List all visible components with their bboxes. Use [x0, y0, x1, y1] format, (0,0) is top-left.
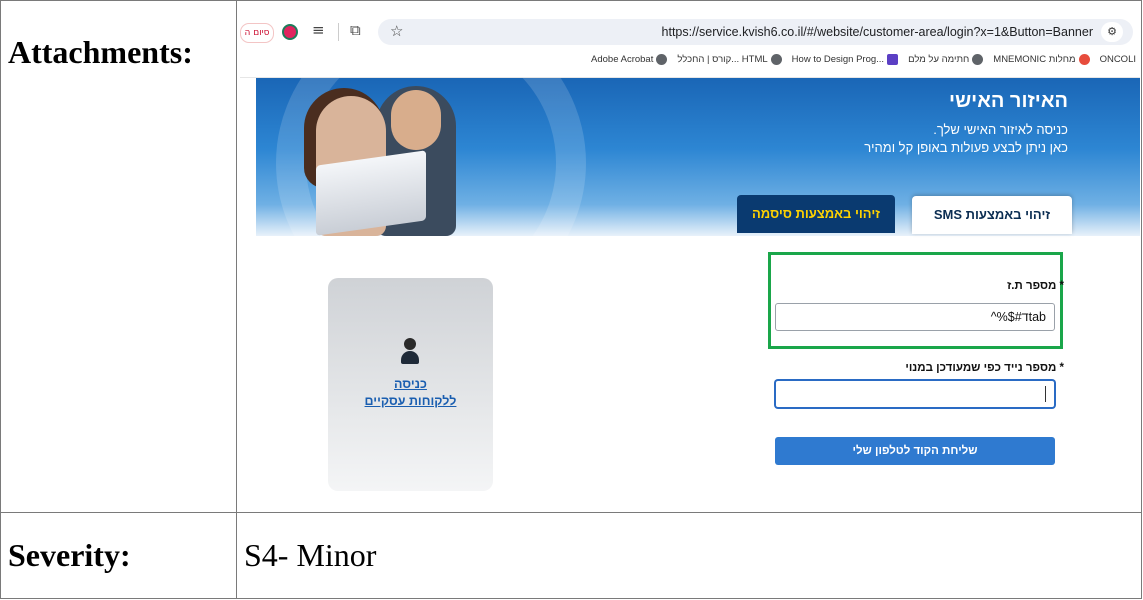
- bookmark-label: קורס | החכלל... HTML: [677, 54, 768, 65]
- red-icon: [1078, 54, 1090, 65]
- address-bar[interactable]: ☆ https://service.kvish6.co.il/#/website…: [378, 19, 1133, 45]
- site-settings-icon[interactable]: ⚙: [1101, 22, 1123, 42]
- bookmarks-bar: ONCOLI MNEMONIC מחלות חתימה על מלם How t…: [591, 54, 1136, 65]
- browser-tab[interactable]: סיום ה: [240, 23, 274, 43]
- bookmark-item[interactable]: חתימה על מלם: [908, 54, 984, 65]
- bookmark-label: חתימה על מלם: [908, 54, 970, 65]
- bookmark-label: ONCOLI: [1099, 54, 1136, 65]
- tab-sms-login[interactable]: זיהוי באמצעות SMS: [912, 196, 1072, 234]
- attachment-screenshot: סיום ה ≡ ⧉ ☆ https://service.kvish6.co.i…: [240, 8, 1140, 511]
- url-text[interactable]: https://service.kvish6.co.il/#/website/c…: [662, 25, 1093, 39]
- bookmark-item[interactable]: Adobe Acrobat: [591, 54, 668, 65]
- bug-highlight-box: [768, 252, 1063, 349]
- bookmark-item[interactable]: MNEMONIC מחלות: [993, 54, 1090, 65]
- id-number-input[interactable]: tabד#$%^: [775, 303, 1055, 331]
- send-code-button[interactable]: שליחת הקוד לטלפון שלי: [775, 437, 1055, 465]
- phone-number-label: * מספר נייד כפי שמעודכן במנוי: [905, 362, 1064, 374]
- reading-list-icon[interactable]: ≡: [312, 21, 325, 39]
- hero-person-man-face: [391, 90, 441, 150]
- purple-icon: [887, 54, 899, 65]
- browser-chrome: סיום ה ≡ ⧉ ☆ https://service.kvish6.co.i…: [240, 8, 1140, 78]
- business-user-icon: [399, 338, 421, 366]
- toolbar-separator: [338, 23, 339, 41]
- severity-value: S4- Minor: [244, 537, 377, 573]
- hero-title: האיזור האישי: [949, 90, 1068, 112]
- bookmark-label: How to Design Prog...: [791, 54, 885, 65]
- phone-number-input[interactable]: [775, 380, 1055, 408]
- business-login-link[interactable]: כניסה: [328, 377, 493, 391]
- bookmark-star-icon[interactable]: ☆: [390, 22, 403, 40]
- globe-icon: [972, 54, 984, 65]
- bookmark-label: MNEMONIC מחלות: [993, 54, 1076, 65]
- attachments-label: Attachments:: [8, 34, 193, 70]
- hero-subtitle-line1: כניסה לאיזור האישי שלך.: [933, 122, 1068, 137]
- record-icon[interactable]: [282, 24, 298, 40]
- bookmark-label: Adobe Acrobat: [591, 54, 654, 65]
- business-login-card[interactable]: כניסה ללקוחות עסקיים: [328, 278, 493, 491]
- table-row-divider: [0, 512, 1142, 513]
- globe-icon: [770, 54, 782, 65]
- extensions-icon[interactable]: ⧉: [350, 21, 361, 39]
- text-caret: [1045, 386, 1046, 402]
- hero-subtitle-line2: כאן ניתן לבצע פעולות באופן קל ומהיר: [864, 140, 1068, 155]
- tab-password-login[interactable]: זיהוי באמצעות סיסמה: [737, 195, 895, 233]
- globe-icon: [656, 54, 668, 65]
- bookmark-item[interactable]: How to Design Prog...: [791, 54, 899, 65]
- bookmark-item[interactable]: קורס | החכלל... HTML: [677, 54, 782, 65]
- business-login-link-line2[interactable]: ללקוחות עסקיים: [328, 394, 493, 408]
- bookmark-item[interactable]: ONCOLI: [1100, 54, 1136, 65]
- id-number-label: * מספר ת.ז: [1007, 280, 1064, 292]
- table-column-divider: [236, 0, 237, 599]
- severity-label: Severity:: [8, 537, 131, 573]
